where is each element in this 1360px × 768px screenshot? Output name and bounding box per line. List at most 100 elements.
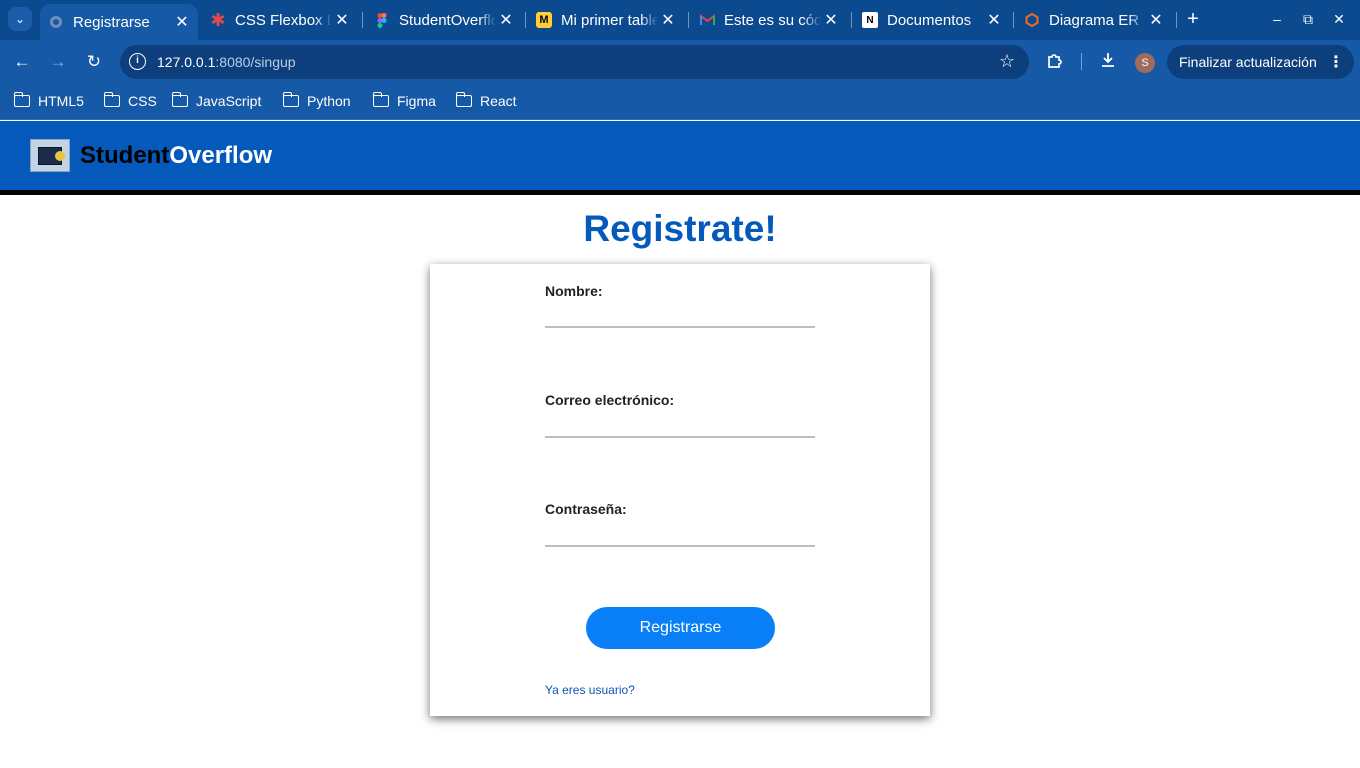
bookmark-label: JavaScript — [196, 93, 262, 109]
close-icon[interactable]: ✕ — [1146, 10, 1166, 30]
profile-avatar[interactable]: S — [1135, 53, 1155, 73]
globe-icon — [48, 14, 64, 30]
back-button[interactable]: ← — [11, 51, 33, 73]
tab-divider — [525, 12, 526, 28]
close-icon[interactable]: ✕ — [821, 10, 841, 30]
bookmarks-bar: HTML5 CSS JavaScript Python Figma React — [0, 83, 1360, 120]
bookmark-label: HTML5 — [38, 93, 84, 109]
name-label: Nombre: — [545, 283, 603, 299]
reload-button[interactable]: ↻ — [83, 51, 105, 73]
bookmark-python[interactable]: Python — [282, 91, 351, 111]
already-user-link[interactable]: Ya eres usuario? — [545, 683, 635, 697]
tab-title: Mi primer tablero — [561, 11, 658, 29]
downloads-button[interactable] — [1097, 51, 1119, 73]
download-icon — [1099, 53, 1117, 73]
bookmark-css[interactable]: CSS — [103, 91, 157, 111]
close-icon: ✕ — [1333, 11, 1345, 27]
url-host: 127.0.0.1 — [157, 54, 216, 70]
bookmark-html5[interactable]: HTML5 — [13, 91, 84, 111]
close-window-button[interactable]: ✕ — [1329, 9, 1349, 29]
puzzle-icon — [1046, 54, 1064, 73]
folder-icon — [282, 92, 299, 107]
page-title: Registrate! — [583, 208, 777, 249]
brand-overflow: Overflow — [169, 142, 273, 169]
bookmark-javascript[interactable]: JavaScript — [171, 91, 262, 111]
close-icon[interactable]: ✕ — [658, 10, 678, 30]
tab-search-button[interactable]: ⌄ — [8, 7, 32, 31]
url-text[interactable]: 127.0.0.1:8080/singup — [157, 54, 296, 70]
close-icon[interactable]: ✕ — [332, 10, 352, 30]
browser-toolbar: ← → ↻ i 127.0.0.1:8080/singup ☆ S Finali… — [0, 40, 1360, 83]
tab-divider — [1013, 12, 1014, 28]
tab-title: Registrarse — [73, 13, 150, 31]
update-label: Finalizar actualización — [1179, 54, 1317, 70]
figma-icon — [374, 12, 390, 28]
reload-icon: ↻ — [86, 52, 102, 71]
gmail-icon — [699, 12, 715, 28]
password-field[interactable] — [545, 523, 815, 547]
email-field[interactable] — [545, 414, 815, 438]
tab-title: StudentOverflow — [399, 11, 496, 29]
tab-divider — [851, 12, 852, 28]
folder-icon — [455, 92, 472, 107]
bookmark-label: React — [480, 93, 517, 109]
miro-icon: M — [536, 12, 552, 28]
register-button[interactable]: Registrarse — [586, 607, 775, 649]
forward-button[interactable]: → — [47, 51, 69, 73]
arrow-left-icon: ← — [13, 52, 31, 71]
address-bar[interactable]: i 127.0.0.1:8080/singup ☆ — [120, 45, 1029, 79]
site-header: StudentOverflow — [0, 121, 1360, 190]
tab-css-flexbox[interactable]: ✱ CSS Flexbox Layout ✕ — [202, 0, 358, 40]
close-icon[interactable]: ✕ — [984, 10, 1004, 30]
bookmark-label: Python — [307, 93, 351, 109]
toolbar-divider — [1081, 53, 1082, 70]
arrow-right-icon: → — [49, 52, 67, 71]
folder-icon — [13, 92, 30, 107]
bookmark-figma[interactable]: Figma — [372, 91, 436, 111]
minimize-button[interactable]: – — [1267, 9, 1287, 29]
plus-icon: + — [1187, 8, 1199, 30]
tab-title: CSS Flexbox Layout — [235, 11, 332, 29]
folder-icon — [372, 92, 389, 107]
password-label: Contraseña: — [545, 501, 627, 517]
tab-gmail[interactable]: Este es su código ✕ — [691, 0, 847, 40]
minimize-icon: – — [1273, 11, 1281, 27]
new-tab-button[interactable]: + — [1183, 8, 1203, 30]
finish-update-button[interactable]: Finalizar actualización ⋮ — [1167, 45, 1354, 79]
name-field[interactable] — [545, 304, 815, 328]
site-info-icon[interactable]: i — [129, 53, 146, 70]
maximize-button[interactable]: ⧉ — [1298, 9, 1318, 29]
close-icon[interactable]: ✕ — [496, 10, 516, 30]
tab-miro[interactable]: M Mi primer tablero ✕ — [528, 0, 684, 40]
browser-tab-strip: ⌄ Registrarse ✕ ✱ CSS Flexbox Layout ✕ S… — [0, 0, 1360, 40]
tab-title: Diagrama ER — [1049, 11, 1140, 29]
asterisk-icon: ✱ — [210, 9, 226, 30]
url-path: :8080/singup — [215, 54, 296, 70]
tab-divider — [1176, 12, 1177, 28]
folder-icon — [103, 92, 120, 107]
notion-icon: N — [862, 12, 878, 28]
tab-divider — [688, 12, 689, 28]
bookmark-star-icon[interactable]: ☆ — [999, 51, 1015, 72]
bookmark-react[interactable]: React — [455, 91, 517, 111]
chevron-down-icon: ⌄ — [14, 12, 26, 26]
tab-title: Documentos — [887, 11, 972, 29]
brand-student: Student — [80, 142, 170, 169]
more-vert-icon: ⋮ — [1328, 54, 1344, 71]
header-bottom-border — [0, 190, 1360, 195]
diagram-icon — [1024, 12, 1040, 28]
site-logo-image[interactable] — [30, 139, 70, 172]
site-brand[interactable]: StudentOverflow — [80, 142, 272, 170]
tab-divider — [362, 12, 363, 28]
signup-form: Nombre: Correo electrónico: Contraseña: … — [430, 264, 930, 716]
tab-diagrama-er[interactable]: Diagrama ER ✕ — [1016, 0, 1172, 40]
extensions-button[interactable] — [1044, 51, 1066, 73]
email-label: Correo electrónico: — [545, 392, 675, 408]
tab-studentoverflow[interactable]: StudentOverflow ✕ — [366, 0, 522, 40]
tab-documentos[interactable]: N Documentos ✕ — [854, 0, 1010, 40]
tab-title: Este es su código — [724, 11, 821, 29]
folder-icon — [171, 92, 188, 107]
bookmark-label: Figma — [397, 93, 436, 109]
tab-registrarse[interactable]: Registrarse ✕ — [40, 4, 198, 40]
close-icon[interactable]: ✕ — [172, 12, 192, 32]
